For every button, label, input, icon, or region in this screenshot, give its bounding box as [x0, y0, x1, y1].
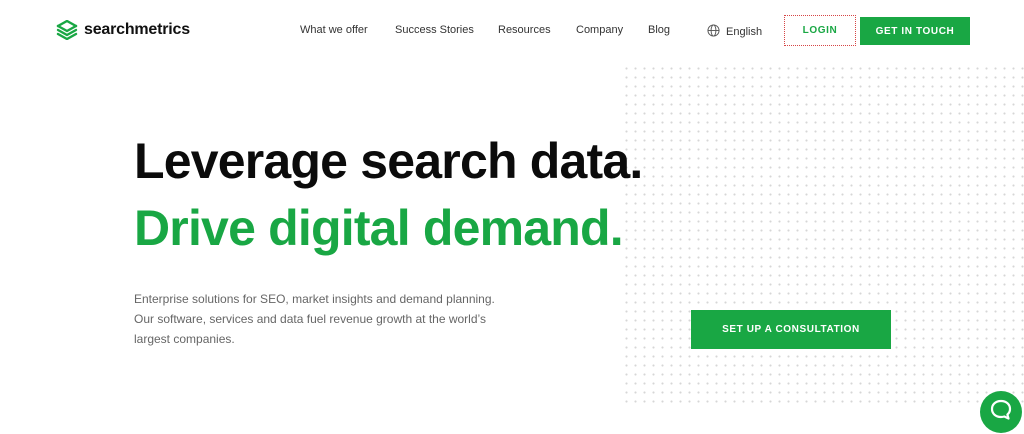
brand-name: searchmetrics	[84, 21, 190, 38]
chat-bubble-icon	[989, 398, 1013, 427]
page: searchmetrics What we offer Success Stor…	[0, 0, 1024, 434]
language-label: English	[726, 26, 763, 38]
get-in-touch-button[interactable]: GET IN TOUCH	[860, 17, 970, 45]
login-button[interactable]: LOGIN	[784, 15, 856, 46]
nav-item-company[interactable]: Company	[576, 24, 623, 36]
globe-icon	[707, 24, 726, 40]
searchmetrics-logo-icon	[56, 20, 78, 40]
nav-item-what-we-offer[interactable]: What we offer	[300, 24, 368, 36]
language-selector[interactable]: English	[707, 24, 762, 40]
headline-primary: Leverage search data.	[134, 133, 643, 189]
headline-secondary: Drive digital demand.	[134, 200, 624, 256]
nav-item-resources[interactable]: Resources	[498, 24, 551, 36]
set-up-consultation-button[interactable]: SET UP A CONSULTATION	[691, 310, 891, 349]
nav-item-blog[interactable]: Blog	[648, 24, 670, 36]
logo-link[interactable]: searchmetrics	[56, 20, 190, 40]
header: searchmetrics What we offer Success Stor…	[0, 0, 1024, 64]
hero-description: Enterprise solutions for SEO, market ins…	[134, 292, 495, 346]
chat-widget-button[interactable]	[980, 391, 1022, 433]
nav-item-success-stories[interactable]: Success Stories	[395, 24, 474, 36]
dot-pattern-background	[622, 64, 1024, 404]
